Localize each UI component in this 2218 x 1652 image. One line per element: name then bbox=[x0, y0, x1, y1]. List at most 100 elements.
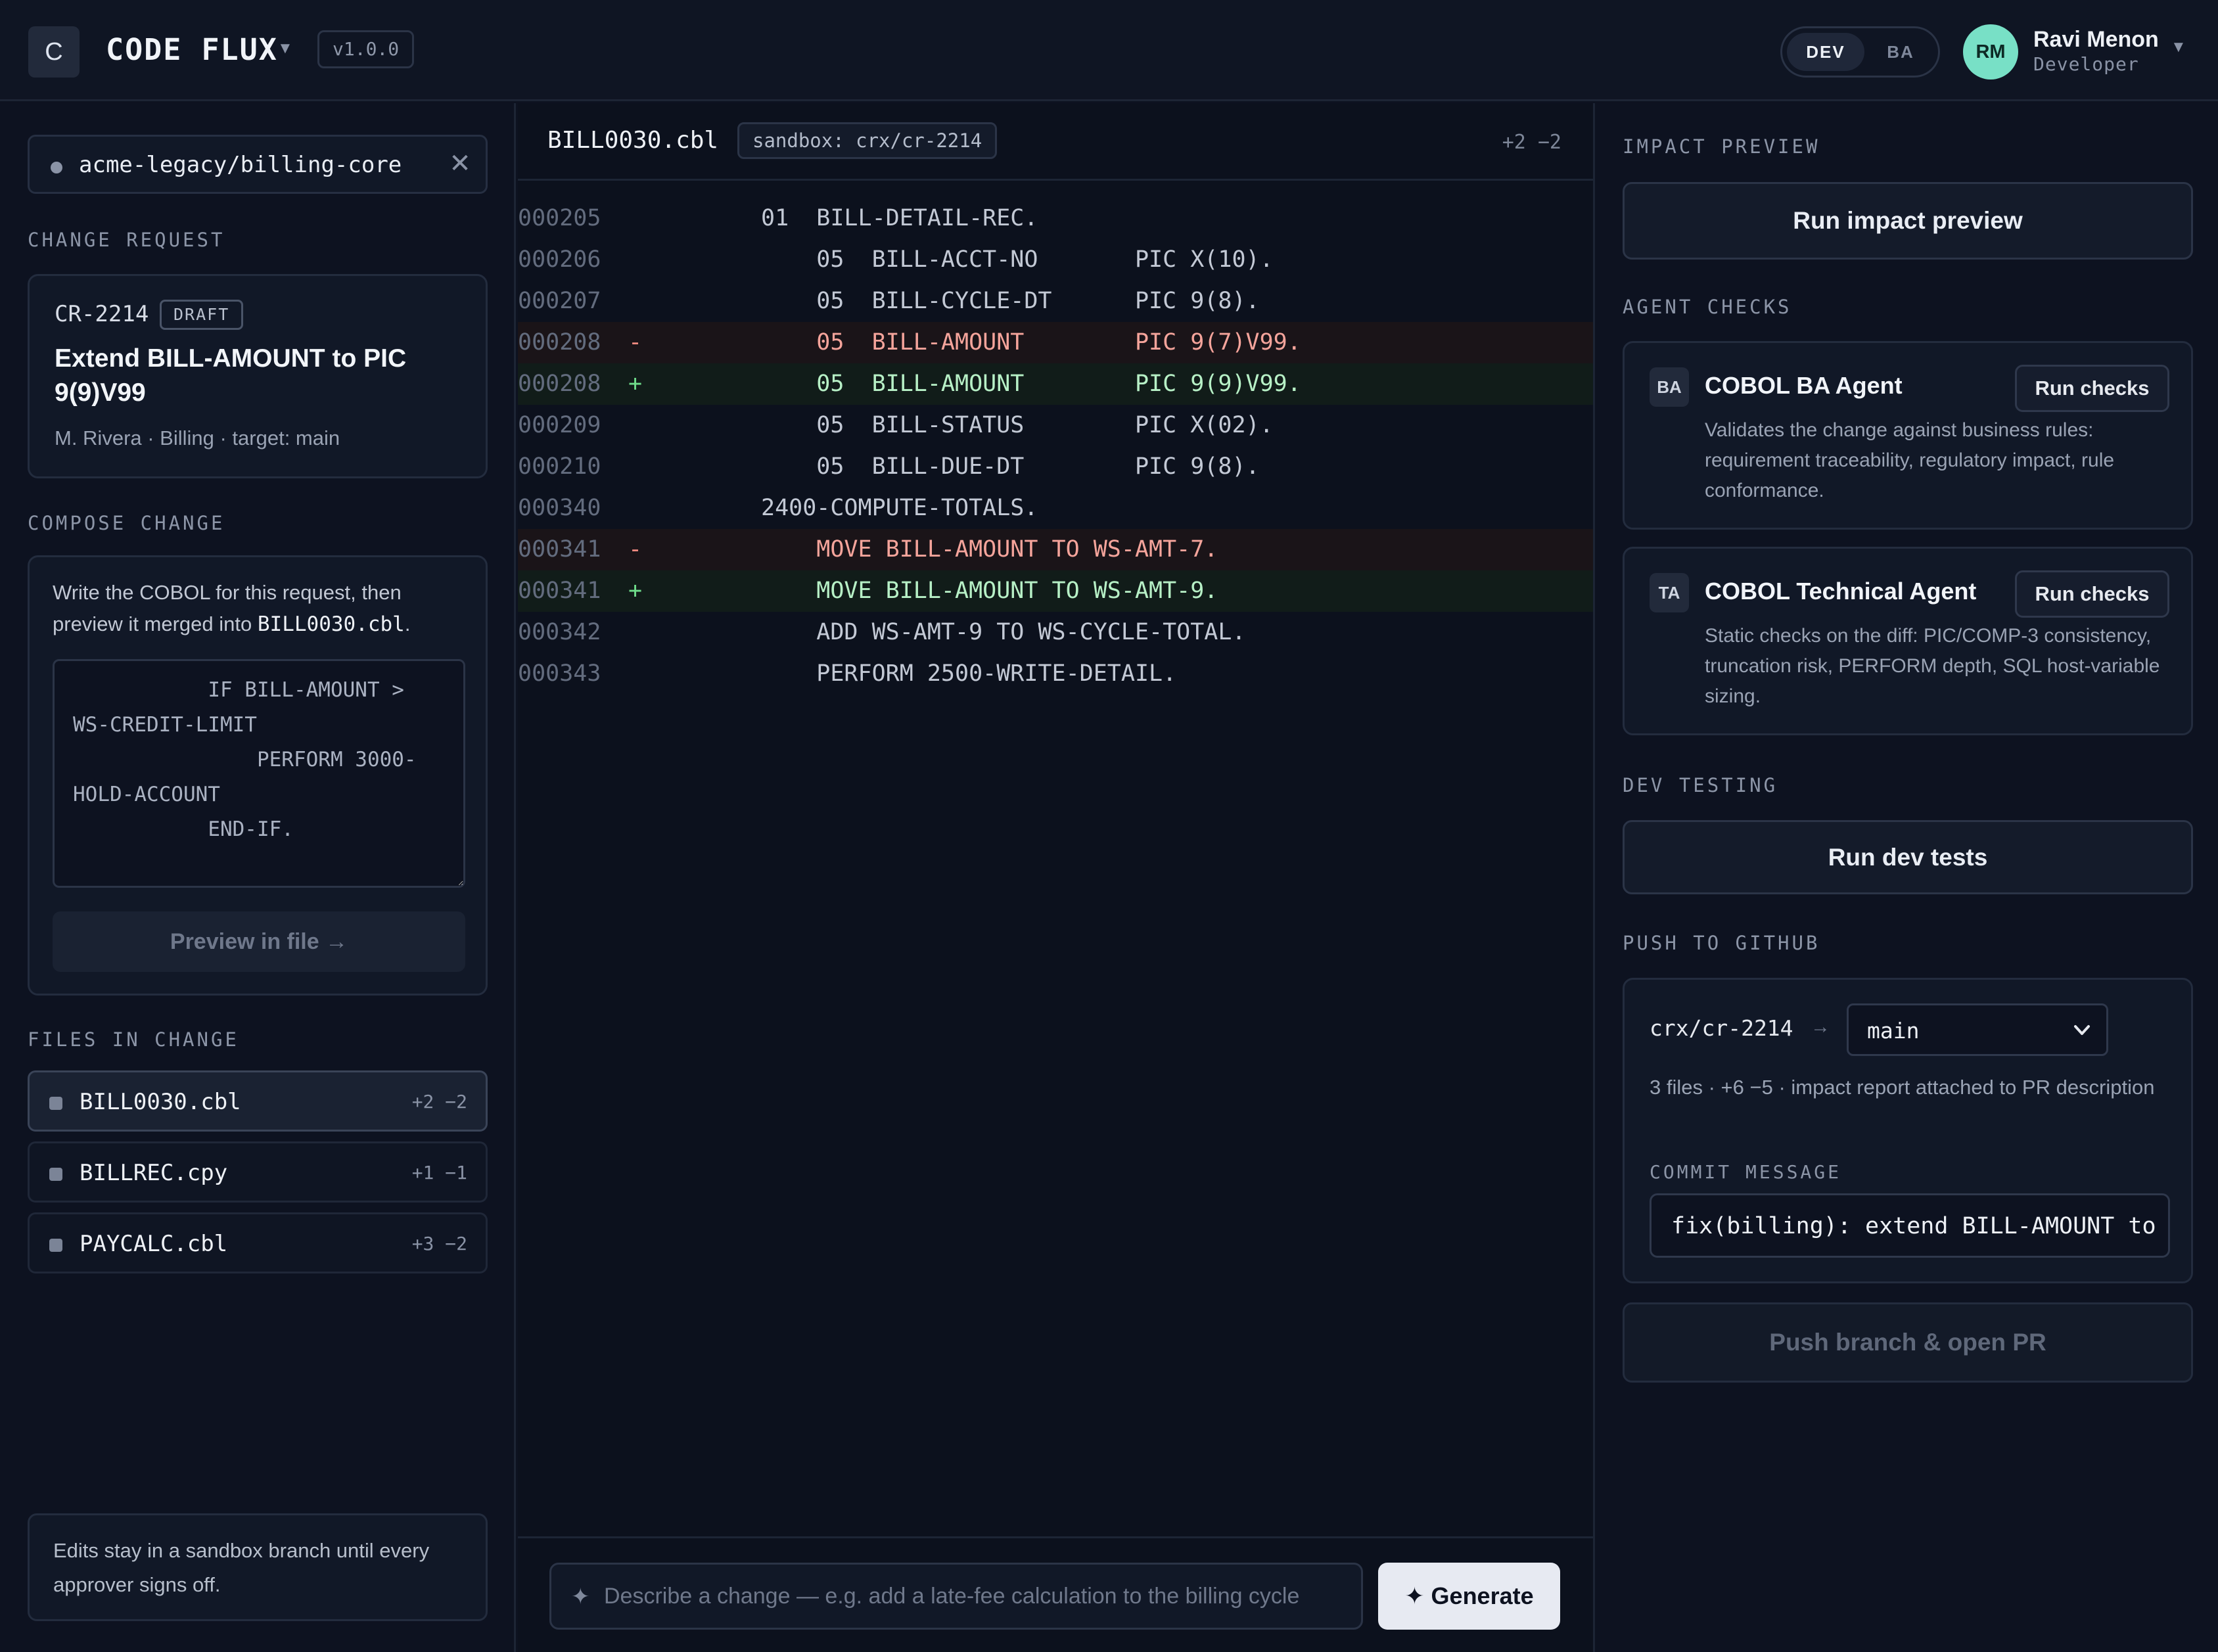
compose-card: Write the COBOL for this request, then p… bbox=[28, 555, 488, 996]
agent-badge-ba: BA bbox=[1650, 367, 1689, 407]
target-branch-select[interactable]: main bbox=[1847, 1003, 2108, 1056]
code-text: MOVE BILL-AMOUNT TO WS-AMT-7. bbox=[761, 536, 1218, 562]
tab-file-name[interactable]: BILL0030.cbl bbox=[547, 124, 718, 157]
push-card: crx/cr-2214 → main 3 files · +6 −5 · imp… bbox=[1623, 978, 2193, 1283]
close-icon[interactable]: ✕ bbox=[446, 147, 474, 180]
compose-intro-end: . bbox=[404, 612, 411, 635]
line-number: 000208 bbox=[518, 329, 601, 356]
change-request-card[interactable]: CR-2214 DRAFT Extend BILL-AMOUNT to PIC … bbox=[28, 274, 488, 478]
repo-chip[interactable]: acme-legacy/billing-core ✕ bbox=[28, 135, 488, 194]
user-menu-caret-icon[interactable]: ▼ bbox=[2171, 38, 2186, 57]
code-text: 2400-COMPUTE-TOTALS. bbox=[761, 495, 1038, 521]
sandbox-badge: sandbox: crx/cr-2214 bbox=[737, 122, 998, 159]
code-line[interactable]: 000342 ADD WS-AMT-9 TO WS-CYCLE-TOTAL. bbox=[518, 612, 1593, 653]
editor-diff-count: +2 −2 bbox=[1502, 131, 1561, 154]
dev-testing-label: DEV TESTING bbox=[1623, 774, 1778, 796]
code-line[interactable]: 000208- 05 BILL-AMOUNT PIC 9(7)V99. bbox=[518, 322, 1593, 363]
code-text: 05 BILL-CYCLE-DT PIC 9(8). bbox=[761, 288, 1260, 314]
code-line[interactable]: 000343 PERFORM 2500-WRITE-DETAIL. bbox=[518, 653, 1593, 695]
role-toggle: DEV BA bbox=[1780, 26, 1940, 78]
role-option-ba[interactable]: BA bbox=[1868, 33, 1933, 71]
push-branch-button[interactable]: Push branch & open PR bbox=[1623, 1302, 2193, 1383]
file-name: BILLREC.cpy bbox=[80, 1160, 228, 1186]
code-editor: BILL0030.cbl sandbox: crx/cr-2214 +2 −2 … bbox=[518, 103, 1593, 1652]
code-line[interactable]: 000205 01 BILL-DETAIL-REC. bbox=[518, 198, 1593, 239]
agent-checks-label: AGENT CHECKS bbox=[1623, 296, 1792, 318]
code-line[interactable]: 000206 05 BILL-ACCT-NO PIC X(10). bbox=[518, 239, 1593, 281]
line-number: 000343 bbox=[518, 660, 601, 687]
app-menu-caret-icon[interactable]: ▼ bbox=[277, 39, 293, 58]
code-line[interactable]: 000210 05 BILL-DUE-DT PIC 9(8). bbox=[518, 446, 1593, 488]
line-number: 000210 bbox=[518, 453, 601, 480]
user-name[interactable]: Ravi Menon bbox=[2033, 25, 2159, 54]
file-row-paycalc[interactable]: PAYCALC.cbl +3 −2 bbox=[28, 1212, 488, 1273]
code-text: 01 BILL-DETAIL-REC. bbox=[761, 205, 1038, 231]
line-number: 000340 bbox=[518, 495, 601, 521]
prompt-field[interactable]: ✦ bbox=[549, 1563, 1363, 1630]
code-line[interactable]: 000341 - MOVE BILL-AMOUNT TO WS-AMT-7. bbox=[518, 529, 1593, 570]
run-checks-button[interactable]: Run checks bbox=[2015, 365, 2169, 412]
app-name[interactable]: CODE FLUX bbox=[106, 30, 278, 70]
cr-title: Extend BILL-AMOUNT to PIC 9(9)V99 bbox=[55, 344, 407, 407]
run-impact-preview-button[interactable]: Run impact preview bbox=[1623, 182, 2193, 260]
prompt-bar: ✦ ✦ Generate bbox=[518, 1536, 1593, 1652]
role-option-dev[interactable]: DEV bbox=[1787, 33, 1864, 71]
editor-tab-bar: BILL0030.cbl sandbox: crx/cr-2214 +2 −2 bbox=[518, 103, 1593, 181]
code-line[interactable]: 000208 + 05 BILL-AMOUNT PIC 9(9)V99. bbox=[518, 363, 1593, 405]
file-row-billrec[interactable]: BILLREC.cpy +1 −1 bbox=[28, 1141, 488, 1203]
code-line[interactable]: 000207 05 BILL-CYCLE-DT PIC 9(8). bbox=[518, 281, 1593, 322]
agent-card-technical: TA COBOL Technical Agent Run checks Stat… bbox=[1623, 547, 2193, 735]
line-number: 000206 bbox=[518, 246, 601, 273]
commit-message-input[interactable]: fix(billing): extend BILL-AMOUNT to PIC … bbox=[1650, 1193, 2170, 1258]
line-number: 000208 bbox=[518, 371, 601, 397]
target-branch-value: main bbox=[1867, 1018, 1920, 1044]
line-number: 000341 bbox=[518, 536, 601, 562]
file-icon bbox=[49, 1168, 62, 1181]
file-icon bbox=[49, 1239, 62, 1252]
line-number: 000209 bbox=[518, 412, 601, 438]
file-diff-count: +2 −2 bbox=[411, 1091, 467, 1113]
commit-message-label: COMMIT MESSAGE bbox=[1650, 1161, 1842, 1183]
agent-description: Static checks on the diff: PIC/COMP-3 co… bbox=[1705, 625, 2160, 707]
diff-marker: - bbox=[628, 329, 643, 356]
code-text: 05 BILL-DUE-DT PIC 9(8). bbox=[761, 453, 1260, 480]
file-name: PAYCALC.cbl bbox=[80, 1231, 228, 1257]
repo-name: acme-legacy/billing-core bbox=[79, 152, 402, 178]
prompt-input[interactable] bbox=[604, 1576, 1353, 1616]
right-panel: IMPACT PREVIEW Run impact preview AGENT … bbox=[1593, 103, 2218, 1652]
sparkle-icon: ✦ bbox=[571, 1584, 590, 1609]
code-text: 05 BILL-AMOUNT PIC 9(9)V99. bbox=[761, 371, 1301, 397]
left-sidebar: acme-legacy/billing-core ✕ CHANGE REQUES… bbox=[0, 103, 516, 1652]
cobol-code-input[interactable] bbox=[53, 659, 465, 888]
compose-intro-file: BILL0030.cbl bbox=[257, 612, 405, 636]
code-line[interactable]: 000209 05 BILL-STATUS PIC X(02). bbox=[518, 405, 1593, 446]
avatar[interactable]: RM bbox=[1963, 24, 2018, 80]
diff-marker: + bbox=[628, 578, 643, 604]
code-line[interactable]: 000340 2400-COMPUTE-TOTALS. bbox=[518, 488, 1593, 529]
sandbox-note: Edits stay in a sandbox branch until eve… bbox=[28, 1513, 488, 1621]
line-number: 000341 bbox=[518, 578, 601, 604]
diff-marker: + bbox=[628, 371, 643, 397]
diff-marker: - bbox=[628, 536, 643, 562]
run-checks-button[interactable]: Run checks bbox=[2015, 570, 2169, 618]
arrow-right-icon: → bbox=[1811, 1016, 1830, 1038]
files-in-change-label: FILES IN CHANGE bbox=[28, 1028, 239, 1051]
generate-button[interactable]: ✦ Generate bbox=[1378, 1563, 1560, 1630]
file-row-bill0030[interactable]: BILL0030.cbl +2 −2 bbox=[28, 1070, 488, 1132]
agent-description: Validates the change against business ru… bbox=[1705, 419, 2115, 501]
cr-id: CR-2214 bbox=[55, 301, 149, 327]
code-text: 05 BILL-ACCT-NO PIC X(10). bbox=[761, 246, 1274, 273]
code-text: 05 BILL-AMOUNT PIC 9(7)V99. bbox=[761, 329, 1301, 356]
push-to-github-label: PUSH TO GITHUB bbox=[1623, 932, 1820, 954]
agent-name: COBOL BA Agent bbox=[1705, 372, 1903, 399]
run-dev-tests-button[interactable]: Run dev tests bbox=[1623, 820, 2193, 894]
code-text: ADD WS-AMT-9 TO WS-CYCLE-TOTAL. bbox=[761, 619, 1246, 645]
code-line[interactable]: 000341 + MOVE BILL-AMOUNT TO WS-AMT-9. bbox=[518, 570, 1593, 612]
app-logo: C bbox=[28, 26, 80, 78]
preview-in-file-button[interactable]: Preview in file → bbox=[53, 911, 465, 972]
code-text: 05 BILL-STATUS PIC X(02). bbox=[761, 412, 1274, 438]
status-badge: DRAFT bbox=[160, 300, 244, 330]
code-text: PERFORM 2500-WRITE-DETAIL. bbox=[761, 660, 1177, 687]
user-role: Developer bbox=[2033, 53, 2139, 75]
file-icon bbox=[49, 1097, 62, 1110]
